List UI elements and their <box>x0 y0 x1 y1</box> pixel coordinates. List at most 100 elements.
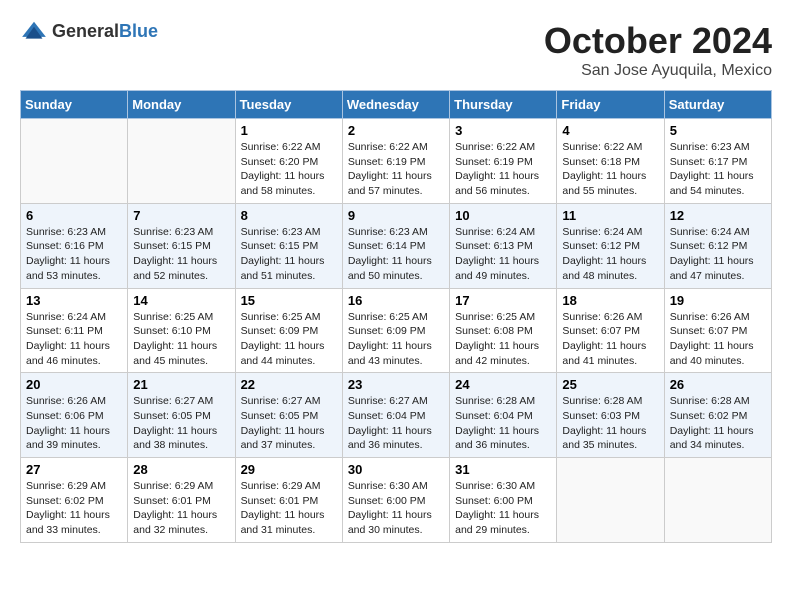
day-number: 19 <box>670 293 766 308</box>
day-info: Sunrise: 6:22 AMSunset: 6:19 PMDaylight:… <box>348 140 444 199</box>
calendar-cell: 25Sunrise: 6:28 AMSunset: 6:03 PMDayligh… <box>557 373 664 458</box>
day-info: Sunrise: 6:23 AMSunset: 6:14 PMDaylight:… <box>348 225 444 284</box>
day-number: 10 <box>455 208 551 223</box>
day-number: 8 <box>241 208 337 223</box>
calendar-cell: 17 Sunrise: 6:25 AMSunset: 6:08 PMDayligh… <box>450 288 557 373</box>
day-number: 29 <box>241 462 337 477</box>
day-info: Sunrise: 6:25 AMSunset: 6:09 PMDaylight:… <box>348 310 444 369</box>
day-info: Sunrise: 6:28 AMSunset: 6:04 PMDaylight:… <box>455 394 551 453</box>
calendar-cell <box>128 119 235 204</box>
day-info: Sunrise: 6:26 AMSunset: 6:07 PMDaylight:… <box>670 310 766 369</box>
day-info: Sunrise: 6:24 AMSunset: 6:13 PMDaylight:… <box>455 225 551 284</box>
day-number: 22 <box>241 377 337 392</box>
calendar-cell: 20 Sunrise: 6:26 AMSunset: 6:06 PMDayligh… <box>21 373 128 458</box>
calendar-cell: 8 Sunrise: 6:23 AMSunset: 6:15 PMDaylight… <box>235 203 342 288</box>
col-monday: Monday <box>128 91 235 119</box>
day-number: 2 <box>348 123 444 138</box>
day-info: Sunrise: 6:24 AMSunset: 6:11 PMDaylight:… <box>26 310 122 369</box>
day-info: Sunrise: 6:24 AMSunset: 6:12 PMDaylight:… <box>670 225 766 284</box>
day-info: Sunrise: 6:27 AMSunset: 6:04 PMDaylight:… <box>348 394 444 453</box>
day-info: Sunrise: 6:26 AMSunset: 6:06 PMDaylight:… <box>26 394 122 453</box>
calendar: Sunday Monday Tuesday Wednesday Thursday… <box>20 90 772 543</box>
logo-icon <box>20 20 48 42</box>
day-info: Sunrise: 6:22 AMSunset: 6:19 PMDaylight:… <box>455 140 551 199</box>
calendar-cell: 10 Sunrise: 6:24 AMSunset: 6:13 PMDayligh… <box>450 203 557 288</box>
calendar-week-row: 13 Sunrise: 6:24 AMSunset: 6:11 PMDayligh… <box>21 288 772 373</box>
day-info: Sunrise: 6:27 AMSunset: 6:05 PMDaylight:… <box>133 394 229 453</box>
day-number: 21 <box>133 377 229 392</box>
calendar-cell: 23 Sunrise: 6:27 AMSunset: 6:04 PMDayligh… <box>342 373 449 458</box>
day-number: 25 <box>562 377 658 392</box>
day-number: 24 <box>455 377 551 392</box>
logo: GeneralBlue <box>20 20 158 42</box>
day-number: 28 <box>133 462 229 477</box>
calendar-cell: 19 Sunrise: 6:26 AMSunset: 6:07 PMDayligh… <box>664 288 771 373</box>
calendar-cell <box>557 458 664 543</box>
calendar-cell: 27 Sunrise: 6:29 AMSunset: 6:02 PMDayligh… <box>21 458 128 543</box>
calendar-cell: 4Sunrise: 6:22 AMSunset: 6:18 PMDaylight… <box>557 119 664 204</box>
day-number: 15 <box>241 293 337 308</box>
day-number: 13 <box>26 293 122 308</box>
calendar-cell: 31 Sunrise: 6:30 AMSunset: 6:00 PMDayligh… <box>450 458 557 543</box>
day-info: Sunrise: 6:22 AMSunset: 6:20 PMDaylight:… <box>241 140 337 199</box>
day-info: Sunrise: 6:24 AMSunset: 6:12 PMDaylight:… <box>562 225 658 284</box>
day-number: 27 <box>26 462 122 477</box>
calendar-cell: 2 Sunrise: 6:22 AMSunset: 6:19 PMDaylight… <box>342 119 449 204</box>
calendar-cell: 13 Sunrise: 6:24 AMSunset: 6:11 PMDayligh… <box>21 288 128 373</box>
day-info: Sunrise: 6:28 AMSunset: 6:02 PMDaylight:… <box>670 394 766 453</box>
day-number: 14 <box>133 293 229 308</box>
day-number: 11 <box>562 208 658 223</box>
day-info: Sunrise: 6:23 AMSunset: 6:17 PMDaylight:… <box>670 140 766 199</box>
calendar-week-row: 1 Sunrise: 6:22 AMSunset: 6:20 PMDaylight… <box>21 119 772 204</box>
day-number: 7 <box>133 208 229 223</box>
col-thursday: Thursday <box>450 91 557 119</box>
calendar-cell: 15Sunrise: 6:25 AMSunset: 6:09 PMDayligh… <box>235 288 342 373</box>
logo-general: General <box>52 21 119 41</box>
day-number: 31 <box>455 462 551 477</box>
day-number: 23 <box>348 377 444 392</box>
day-info: Sunrise: 6:29 AMSunset: 6:01 PMDaylight:… <box>241 479 337 538</box>
calendar-cell: 7Sunrise: 6:23 AMSunset: 6:15 PMDaylight… <box>128 203 235 288</box>
calendar-cell: 11 Sunrise: 6:24 AMSunset: 6:12 PMDayligh… <box>557 203 664 288</box>
day-info: Sunrise: 6:25 AMSunset: 6:08 PMDaylight:… <box>455 310 551 369</box>
location-title: San Jose Ayuquila, Mexico <box>544 62 772 80</box>
title-area: October 2024 San Jose Ayuquila, Mexico <box>544 20 772 80</box>
col-sunday: Sunday <box>21 91 128 119</box>
day-number: 26 <box>670 377 766 392</box>
calendar-cell: 24 Sunrise: 6:28 AMSunset: 6:04 PMDayligh… <box>450 373 557 458</box>
logo-text: GeneralBlue <box>52 21 158 42</box>
calendar-cell: 1 Sunrise: 6:22 AMSunset: 6:20 PMDaylight… <box>235 119 342 204</box>
day-number: 18 <box>562 293 658 308</box>
calendar-cell: 9Sunrise: 6:23 AMSunset: 6:14 PMDaylight… <box>342 203 449 288</box>
day-info: Sunrise: 6:26 AMSunset: 6:07 PMDaylight:… <box>562 310 658 369</box>
day-info: Sunrise: 6:29 AMSunset: 6:02 PMDaylight:… <box>26 479 122 538</box>
day-info: Sunrise: 6:30 AMSunset: 6:00 PMDaylight:… <box>455 479 551 538</box>
col-wednesday: Wednesday <box>342 91 449 119</box>
day-number: 17 <box>455 293 551 308</box>
calendar-cell: 21 Sunrise: 6:27 AMSunset: 6:05 PMDayligh… <box>128 373 235 458</box>
calendar-header-row: Sunday Monday Tuesday Wednesday Thursday… <box>21 91 772 119</box>
calendar-cell: 14 Sunrise: 6:25 AMSunset: 6:10 PMDayligh… <box>128 288 235 373</box>
day-info: Sunrise: 6:25 AMSunset: 6:10 PMDaylight:… <box>133 310 229 369</box>
day-number: 16 <box>348 293 444 308</box>
day-number: 1 <box>241 123 337 138</box>
header: GeneralBlue October 2024 San Jose Ayuqui… <box>20 20 772 80</box>
day-number: 3 <box>455 123 551 138</box>
day-number: 5 <box>670 123 766 138</box>
calendar-cell: 22Sunrise: 6:27 AMSunset: 6:05 PMDayligh… <box>235 373 342 458</box>
logo-blue: Blue <box>119 21 158 41</box>
calendar-cell: 30Sunrise: 6:30 AMSunset: 6:00 PMDayligh… <box>342 458 449 543</box>
calendar-cell: 16 Sunrise: 6:25 AMSunset: 6:09 PMDayligh… <box>342 288 449 373</box>
col-friday: Friday <box>557 91 664 119</box>
calendar-cell: 29 Sunrise: 6:29 AMSunset: 6:01 PMDayligh… <box>235 458 342 543</box>
calendar-cell: 18 Sunrise: 6:26 AMSunset: 6:07 PMDayligh… <box>557 288 664 373</box>
day-info: Sunrise: 6:23 AMSunset: 6:16 PMDaylight:… <box>26 225 122 284</box>
month-title: October 2024 <box>544 20 772 62</box>
calendar-cell: 28Sunrise: 6:29 AMSunset: 6:01 PMDayligh… <box>128 458 235 543</box>
calendar-week-row: 20 Sunrise: 6:26 AMSunset: 6:06 PMDayligh… <box>21 373 772 458</box>
calendar-cell <box>21 119 128 204</box>
day-number: 20 <box>26 377 122 392</box>
day-info: Sunrise: 6:23 AMSunset: 6:15 PMDaylight:… <box>241 225 337 284</box>
calendar-cell: 12 Sunrise: 6:24 AMSunset: 6:12 PMDayligh… <box>664 203 771 288</box>
day-number: 12 <box>670 208 766 223</box>
